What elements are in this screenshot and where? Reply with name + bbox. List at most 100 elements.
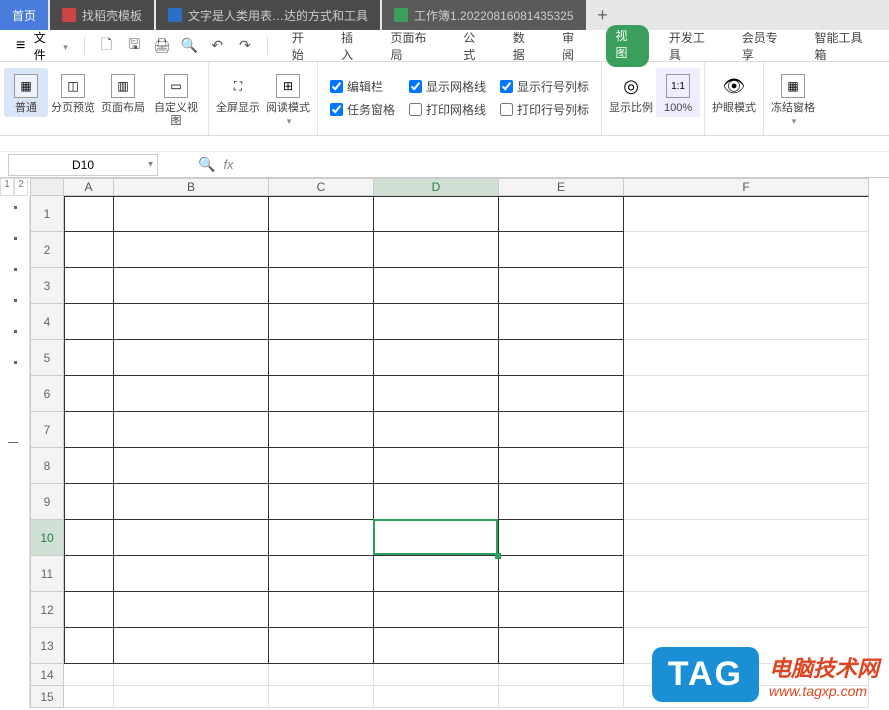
cell-F3[interactable] xyxy=(624,268,869,304)
chevron-down-icon[interactable]: ▾ xyxy=(148,159,153,170)
cell-D13[interactable] xyxy=(374,628,499,664)
cell-D14[interactable] xyxy=(374,664,499,686)
cell-A10[interactable] xyxy=(64,520,114,556)
zoom-100-button[interactable]: 1:1 100% xyxy=(656,68,700,117)
page-preview-button[interactable]: ◫ 分页预览 xyxy=(48,68,98,117)
cell-B7[interactable] xyxy=(114,412,269,448)
cell-B2[interactable] xyxy=(114,232,269,268)
row-header-15[interactable]: 15 xyxy=(30,686,64,708)
cell-F9[interactable] xyxy=(624,484,869,520)
tab-member[interactable]: 会员专享 xyxy=(736,25,795,67)
cell-C10[interactable] xyxy=(269,520,374,556)
print-button[interactable]: 🖨 xyxy=(150,34,174,58)
eyecare-button[interactable]: 👁 护眼模式 xyxy=(709,68,759,117)
cell-C8[interactable] xyxy=(269,448,374,484)
col-header-E[interactable]: E xyxy=(499,178,624,196)
cell-B15[interactable] xyxy=(114,686,269,708)
cell-A6[interactable] xyxy=(64,376,114,412)
tab-templates[interactable]: 找稻壳模板 xyxy=(50,0,154,30)
tab-pagelayout[interactable]: 页面布局 xyxy=(385,25,444,67)
cell-C11[interactable] xyxy=(269,556,374,592)
row-header-7[interactable]: 7 xyxy=(30,412,64,448)
tab-devtools[interactable]: 开发工具 xyxy=(663,25,722,67)
row-header-10[interactable]: 10 xyxy=(30,520,64,556)
checkbox[interactable] xyxy=(409,80,422,93)
cell-B5[interactable] xyxy=(114,340,269,376)
checkbox[interactable] xyxy=(500,80,513,93)
file-menu[interactable]: 文件 xyxy=(10,29,74,63)
cell-C1[interactable] xyxy=(269,196,374,232)
zoom-button[interactable]: ◎ 显示比例 xyxy=(606,68,656,117)
cell-E12[interactable] xyxy=(499,592,624,628)
cell-F11[interactable] xyxy=(624,556,869,592)
cell-B13[interactable] xyxy=(114,628,269,664)
read-mode-button[interactable]: ⊞ 阅读模式 xyxy=(263,68,313,130)
cell-A11[interactable] xyxy=(64,556,114,592)
cell-A3[interactable] xyxy=(64,268,114,304)
cell-E3[interactable] xyxy=(499,268,624,304)
cell-C13[interactable] xyxy=(269,628,374,664)
cell-E7[interactable] xyxy=(499,412,624,448)
cell-A5[interactable] xyxy=(64,340,114,376)
cell-E1[interactable] xyxy=(499,196,624,232)
cell-B14[interactable] xyxy=(114,664,269,686)
cell-E4[interactable] xyxy=(499,304,624,340)
cell-E6[interactable] xyxy=(499,376,624,412)
cell-A9[interactable] xyxy=(64,484,114,520)
row-header-8[interactable]: 8 xyxy=(30,448,64,484)
cell-A15[interactable] xyxy=(64,686,114,708)
select-all-corner[interactable] xyxy=(30,178,64,196)
tab-start[interactable]: 开始 xyxy=(286,25,321,67)
cell-A13[interactable] xyxy=(64,628,114,664)
col-header-D[interactable]: D xyxy=(374,178,499,196)
row-header-2[interactable]: 2 xyxy=(30,232,64,268)
formula-input[interactable] xyxy=(242,154,889,176)
print-preview-button[interactable]: 🔍 xyxy=(178,34,202,58)
spreadsheet-grid[interactable]: ABCDEF123456789101112131415 xyxy=(30,178,869,708)
save-button[interactable]: 🖫 xyxy=(122,34,146,58)
normal-view-button[interactable]: ▦ 普通 xyxy=(4,68,48,117)
tab-formula[interactable]: 公式 xyxy=(457,25,492,67)
row-header-13[interactable]: 13 xyxy=(30,628,64,664)
row-header-14[interactable]: 14 xyxy=(30,664,64,686)
row-header-6[interactable]: 6 xyxy=(30,376,64,412)
outline-level-1[interactable]: 1 xyxy=(0,178,14,196)
cell-C14[interactable] xyxy=(269,664,374,686)
cell-A14[interactable] xyxy=(64,664,114,686)
cell-F7[interactable] xyxy=(624,412,869,448)
cell-E8[interactable] xyxy=(499,448,624,484)
tab-data[interactable]: 数据 xyxy=(507,25,542,67)
custom-view-button[interactable]: ▭ 自定义视图 xyxy=(148,68,204,130)
tab-review[interactable]: 审阅 xyxy=(556,25,591,67)
cell-B10[interactable] xyxy=(114,520,269,556)
cell-B1[interactable] xyxy=(114,196,269,232)
redo-button[interactable]: ↷ xyxy=(233,34,257,58)
check-taskpane[interactable]: 任务窗格 xyxy=(330,101,395,118)
tab-home[interactable]: 首页 xyxy=(0,0,48,30)
cell-A2[interactable] xyxy=(64,232,114,268)
cell-E11[interactable] xyxy=(499,556,624,592)
checkbox[interactable] xyxy=(330,103,343,116)
check-printrowcol[interactable]: 打印行号列标 xyxy=(500,101,589,118)
cell-F2[interactable] xyxy=(624,232,869,268)
cell-D7[interactable] xyxy=(374,412,499,448)
cell-E14[interactable] xyxy=(499,664,624,686)
cell-F8[interactable] xyxy=(624,448,869,484)
cell-F4[interactable] xyxy=(624,304,869,340)
freeze-button[interactable]: ▦ 冻结窗格 xyxy=(768,68,818,130)
name-box[interactable]: D10 ▾ xyxy=(8,154,158,176)
row-header-1[interactable]: 1 xyxy=(30,196,64,232)
row-header-5[interactable]: 5 xyxy=(30,340,64,376)
cell-F5[interactable] xyxy=(624,340,869,376)
cell-B3[interactable] xyxy=(114,268,269,304)
cell-C5[interactable] xyxy=(269,340,374,376)
cell-C6[interactable] xyxy=(269,376,374,412)
cell-B8[interactable] xyxy=(114,448,269,484)
cell-E10[interactable] xyxy=(499,520,624,556)
checkbox[interactable] xyxy=(500,103,513,116)
col-header-B[interactable]: B xyxy=(114,178,269,196)
col-header-A[interactable]: A xyxy=(64,178,114,196)
row-header-11[interactable]: 11 xyxy=(30,556,64,592)
cell-D8[interactable] xyxy=(374,448,499,484)
row-header-4[interactable]: 4 xyxy=(30,304,64,340)
